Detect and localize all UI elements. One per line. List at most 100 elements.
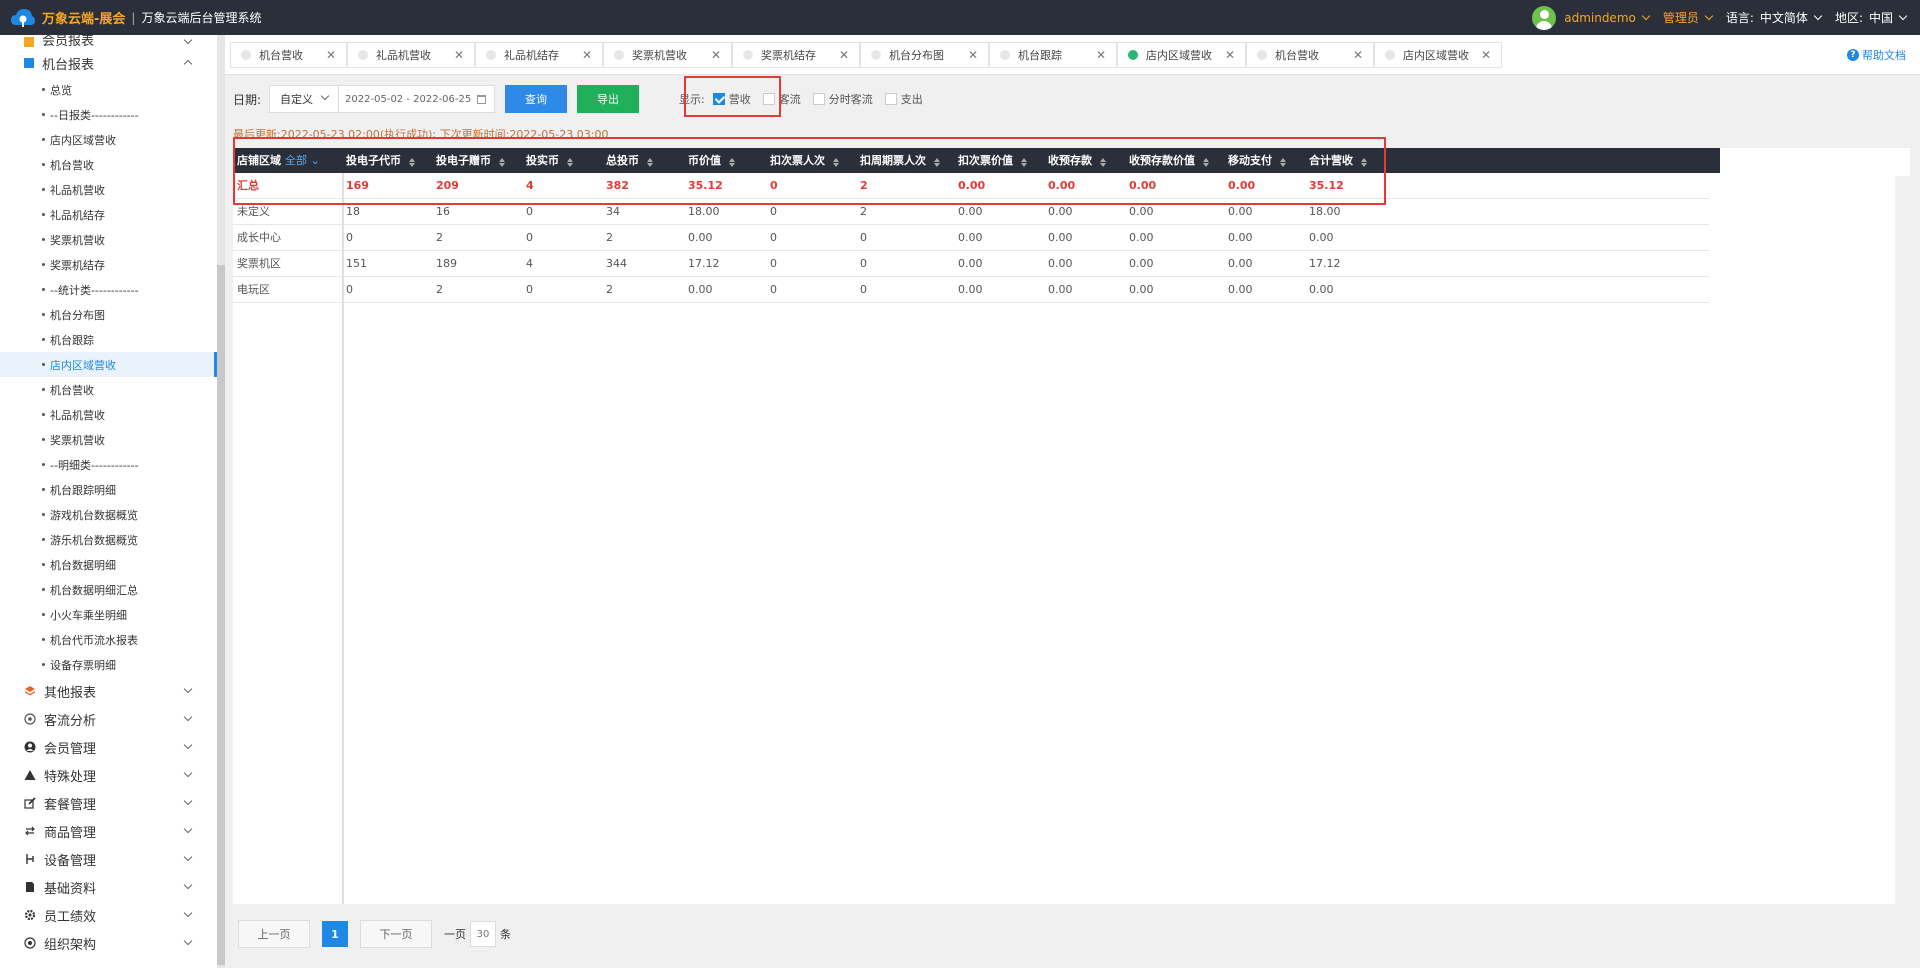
sidebar-subitem[interactable]: 游乐机台数据概览: [0, 527, 217, 552]
sidebar-subitem[interactable]: 总览: [0, 77, 217, 102]
calendar-icon: [477, 95, 487, 104]
close-icon[interactable]: ✕: [968, 48, 978, 62]
tab-store-area-revenue-2[interactable]: 店内区域营收 ✕: [1374, 42, 1502, 68]
sidebar-subitem[interactable]: 机台跟踪明细: [0, 477, 217, 502]
sidebar-subitem[interactable]: 游戏机台数据概览: [0, 502, 217, 527]
sidebar-subitem[interactable]: 机台营收: [0, 377, 217, 402]
close-icon[interactable]: ✕: [1225, 48, 1235, 62]
sidebar-subitem[interactable]: 机台代币流水报表: [0, 627, 217, 652]
prev-page-button[interactable]: 上一页: [238, 920, 310, 948]
sidebar-item-label: 员工绩效: [44, 909, 97, 925]
table-cell: 0.00: [958, 231, 983, 244]
next-page-button[interactable]: 下一页: [360, 920, 432, 948]
tab-gift-revenue[interactable]: 礼品机营收 ✕: [347, 42, 475, 68]
role-menu[interactable]: 管理员: [1663, 9, 1714, 26]
sidebar-item-other-report[interactable]: 其他报表: [0, 677, 217, 705]
query-button[interactable]: 查询: [505, 85, 568, 113]
sidebar-item-label: 基础资料: [44, 881, 97, 897]
table-row[interactable]: 成长中心 0 2 0 2 0.00 0 0 0.00 0.00 0.00 0.0…: [233, 225, 1709, 251]
avatar[interactable]: [1532, 5, 1557, 30]
sidebar-subitem-label: 机台跟踪: [50, 333, 94, 347]
close-icon[interactable]: ✕: [839, 48, 849, 62]
tab-gift-stock[interactable]: 礼品机结存 ✕: [475, 42, 603, 68]
tab-machine-tracking[interactable]: 机台跟踪 ✕: [989, 42, 1117, 68]
sidebar-subitem[interactable]: 礼品机营收: [0, 402, 217, 427]
sidebar-item-members[interactable]: 会员管理: [0, 733, 217, 761]
table-cell: 4: [526, 257, 533, 270]
tab-machine-distribution[interactable]: 机台分布图 ✕: [860, 42, 989, 68]
table-cell: 0.00: [1048, 283, 1073, 296]
sidebar-item-performance[interactable]: 员工绩效: [0, 901, 217, 929]
checkbox-hourly-traffic[interactable]: 分时客流: [812, 91, 873, 107]
logo[interactable]: 万象云端-展会: [10, 7, 125, 29]
table-cell: 0.00: [1309, 231, 1334, 244]
sidebar-item-packages[interactable]: 套餐管理: [0, 789, 217, 817]
sidebar-subitem[interactable]: 机台数据明细汇总: [0, 577, 217, 602]
sidebar-subitem[interactable]: 机台分布图: [0, 302, 217, 327]
tab-machine-revenue[interactable]: 机台营收 ✕: [230, 42, 347, 68]
close-icon[interactable]: ✕: [582, 48, 592, 62]
language-value: 中文简体: [1759, 11, 1808, 25]
sidebar-subitem[interactable]: 奖票机营收: [0, 227, 217, 252]
close-icon[interactable]: ✕: [1096, 48, 1106, 62]
language-select[interactable]: 中文简体: [1759, 9, 1823, 26]
sidebar-subitem-label: 机台营收: [50, 383, 94, 397]
tab-dot: [1257, 50, 1267, 60]
date-range-input[interactable]: 2022-05-02 - 2022-06-25: [339, 85, 496, 113]
top-right-controls: admindemo 管理员 语言: 中文简体 地区: 中国: [1532, 0, 1908, 35]
sidebar-item-label: 会员报表: [42, 35, 95, 49]
checkbox-icon[interactable]: [812, 93, 825, 105]
sidebar-subitem[interactable]: 机台营收: [0, 152, 217, 177]
sidebar-item-special[interactable]: 特殊处理: [0, 761, 217, 789]
export-button[interactable]: 导出: [577, 85, 640, 113]
page-number-current[interactable]: 1: [322, 921, 348, 947]
tab-machine-revenue-2[interactable]: 机台营收 ✕: [1246, 42, 1374, 68]
sidebar-item-devices[interactable]: 设备管理: [0, 845, 217, 873]
close-icon[interactable]: ✕: [1481, 48, 1491, 62]
sidebar-subitem[interactable]: 机台跟踪: [0, 327, 217, 352]
tab-ticket-stock[interactable]: 奖票机结存 ✕: [732, 42, 860, 68]
sidebar-item-basic-data[interactable]: 基础资料: [0, 873, 217, 901]
tab-label: 机台营收: [1275, 49, 1319, 62]
sidebar-subitem[interactable]: 设备存票明细: [0, 652, 217, 677]
sidebar-subitem[interactable]: 机台数据明细: [0, 552, 217, 577]
table-horizontal-scrollbar[interactable]: [233, 904, 1895, 914]
chevron-down-icon: [183, 880, 193, 890]
sidebar-item-label: 特殊处理: [44, 769, 97, 785]
sidebar-item-traffic[interactable]: 客流分析: [0, 705, 217, 733]
tab-ticket-revenue[interactable]: 奖票机营收 ✕: [603, 42, 732, 68]
user-menu[interactable]: admindemo: [1564, 11, 1651, 25]
help-link[interactable]: ? 帮助文档: [1847, 47, 1906, 63]
sidebar-subitem[interactable]: 奖票机营收: [0, 427, 217, 452]
sidebar-item-machine-report[interactable]: 机台报表: [0, 49, 217, 77]
table-vertical-scrollbar[interactable]: [1895, 176, 1910, 908]
sidebar-item-goods[interactable]: 商品管理: [0, 817, 217, 845]
table-row[interactable]: 奖票机区 151 189 4 344 17.12 0 0 0.00 0.00 0…: [233, 251, 1709, 277]
sidebar-subitem[interactable]: 奖票机结存: [0, 252, 217, 277]
region-select[interactable]: 中国: [1869, 9, 1908, 26]
sidebar-subitem[interactable]: 礼品机结存: [0, 202, 217, 227]
close-icon[interactable]: ✕: [326, 48, 336, 62]
sidebar-subitem-active[interactable]: 店内区域营收: [0, 352, 217, 377]
sidebar-subitem-label: 奖票机营收: [50, 233, 105, 247]
sidebar-subitem[interactable]: 小火车乘坐明细: [0, 602, 217, 627]
checkbox-expense[interactable]: 支出: [884, 91, 923, 107]
sidebar-scrollbar-thumb[interactable]: [217, 265, 225, 965]
close-icon[interactable]: ✕: [1353, 48, 1363, 62]
close-icon[interactable]: ✕: [711, 48, 721, 62]
page-size-input[interactable]: 30: [470, 921, 496, 947]
close-icon[interactable]: ✕: [454, 48, 464, 62]
date-mode-select[interactable]: 自定义: [269, 85, 340, 113]
sidebar-subitem[interactable]: 店内区域营收: [0, 127, 217, 152]
checkbox-icon[interactable]: [884, 93, 897, 105]
chevron-down-icon: [183, 936, 193, 946]
tab-label: 店内区域营收: [1403, 49, 1469, 62]
table-row[interactable]: 电玩区 0 2 0 2 0.00 0 0 0.00 0.00 0.00 0.00…: [233, 277, 1709, 303]
tab-store-area-revenue-active[interactable]: 店内区域营收 ✕: [1117, 42, 1246, 68]
sidebar-subitem[interactable]: 礼品机营收: [0, 177, 217, 202]
table-cell: 151: [346, 257, 367, 270]
sidebar-subitem-label: 小火车乘坐明细: [50, 608, 127, 622]
sidebar-item-organization[interactable]: 组织架构: [0, 929, 217, 957]
brand-name: 万象云端-展会: [42, 12, 126, 27]
sidebar-item-member-report[interactable]: 会员报表: [0, 35, 217, 49]
